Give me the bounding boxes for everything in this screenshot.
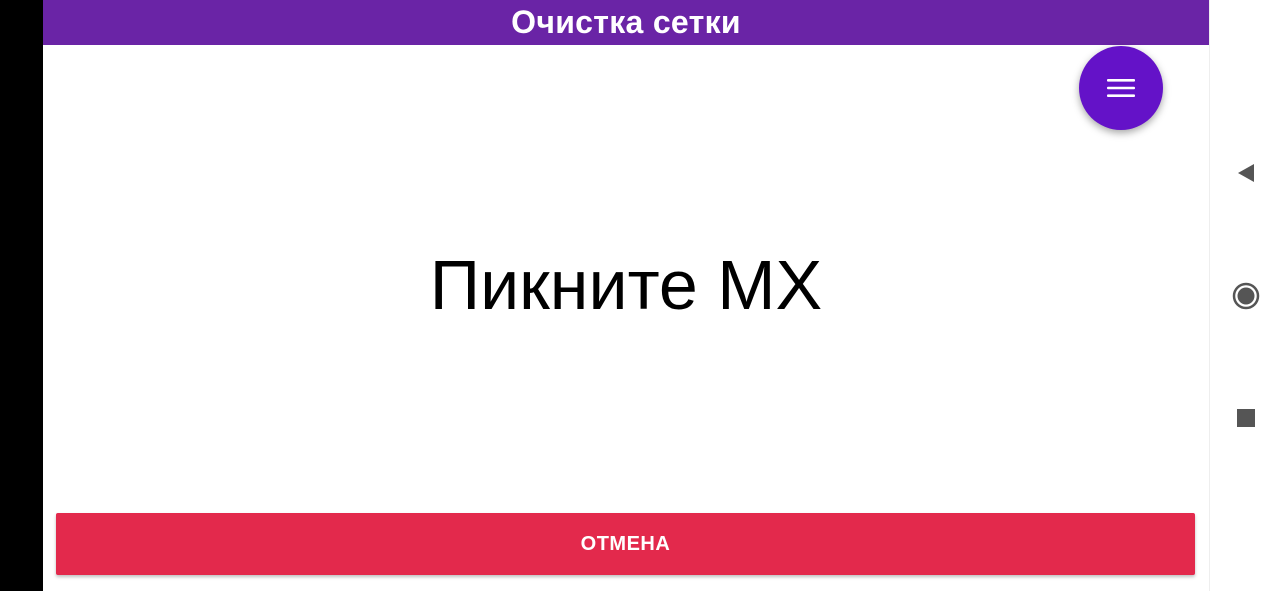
menu-fab-button[interactable] bbox=[1079, 46, 1163, 130]
system-navigation-bar bbox=[1209, 0, 1280, 591]
home-circle-icon bbox=[1232, 282, 1259, 310]
cancel-button[interactable]: ОТМЕНА bbox=[56, 513, 1195, 575]
nav-home-button[interactable] bbox=[1210, 266, 1280, 326]
prompt-text: Пикните MX bbox=[429, 246, 823, 324]
left-black-strip bbox=[0, 0, 43, 591]
nav-recents-button[interactable] bbox=[1210, 388, 1280, 448]
app-bar: Очистка сетки bbox=[43, 0, 1209, 45]
app-title: Очистка сетки bbox=[511, 4, 741, 40]
back-triangle-icon bbox=[1237, 164, 1254, 182]
nav-back-button[interactable] bbox=[1210, 143, 1280, 203]
menu-icon bbox=[1107, 79, 1135, 97]
recents-square-icon bbox=[1236, 409, 1255, 427]
app-window: Очистка сетки Пикните MX ОТМЕНА bbox=[43, 0, 1209, 591]
